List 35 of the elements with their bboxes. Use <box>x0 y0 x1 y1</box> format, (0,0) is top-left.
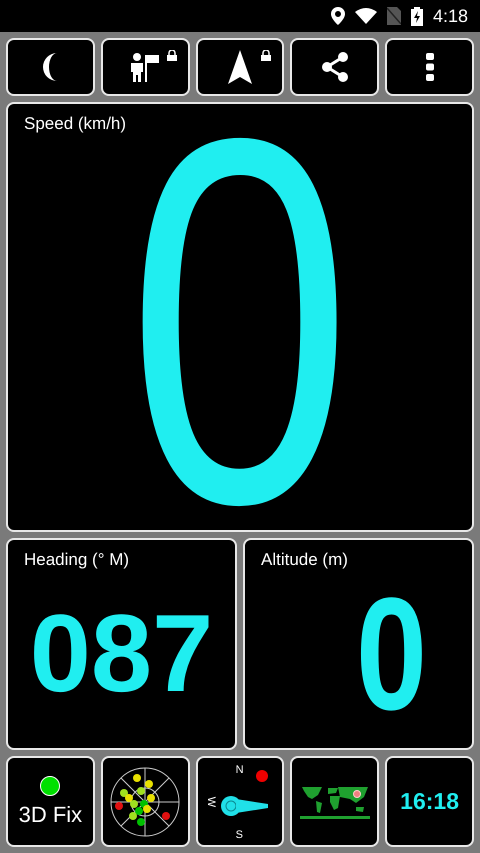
heading-label: Heading (° M) <box>24 550 130 570</box>
location-icon <box>330 7 345 25</box>
navigate-button[interactable] <box>196 38 284 96</box>
compass-north: N <box>236 764 244 776</box>
compass-button[interactable]: N W S <box>196 756 284 847</box>
world-map-button[interactable] <box>290 756 380 847</box>
clock-button[interactable]: 16:18 <box>385 756 474 847</box>
waypoint-button[interactable] <box>100 38 190 96</box>
battery-icon <box>410 6 423 26</box>
no-sim-icon <box>386 7 401 25</box>
speed-label: Speed (km/h) <box>24 114 128 134</box>
world-map-icon <box>300 784 370 818</box>
compass-needle-icon <box>220 794 268 816</box>
share-button[interactable] <box>290 38 380 96</box>
satellite-sky-plot-icon <box>109 766 182 838</box>
target-dot <box>256 770 268 782</box>
menu-button[interactable] <box>385 38 474 96</box>
heading-value: 087 <box>30 599 214 709</box>
gps-fix-button[interactable]: 3D Fix <box>6 756 95 847</box>
moon-icon <box>42 53 58 81</box>
navigation-arrow-icon <box>228 50 252 84</box>
satellite-sky-button[interactable] <box>100 756 190 847</box>
compass-west: W <box>204 796 217 808</box>
status-time: 4:18 <box>432 6 468 26</box>
night-button[interactable] <box>6 38 95 96</box>
lock-icon <box>166 50 177 61</box>
wifi-icon <box>354 8 377 24</box>
compass-south: S <box>236 829 243 841</box>
speed-value: 0 <box>127 134 353 520</box>
person-flag-icon <box>130 52 160 82</box>
share-icon <box>320 52 349 82</box>
altitude-label: Altitude (m) <box>261 550 349 570</box>
menu-icon <box>426 53 434 81</box>
altitude-value: 0 <box>356 574 428 734</box>
lock-icon <box>261 50 272 61</box>
